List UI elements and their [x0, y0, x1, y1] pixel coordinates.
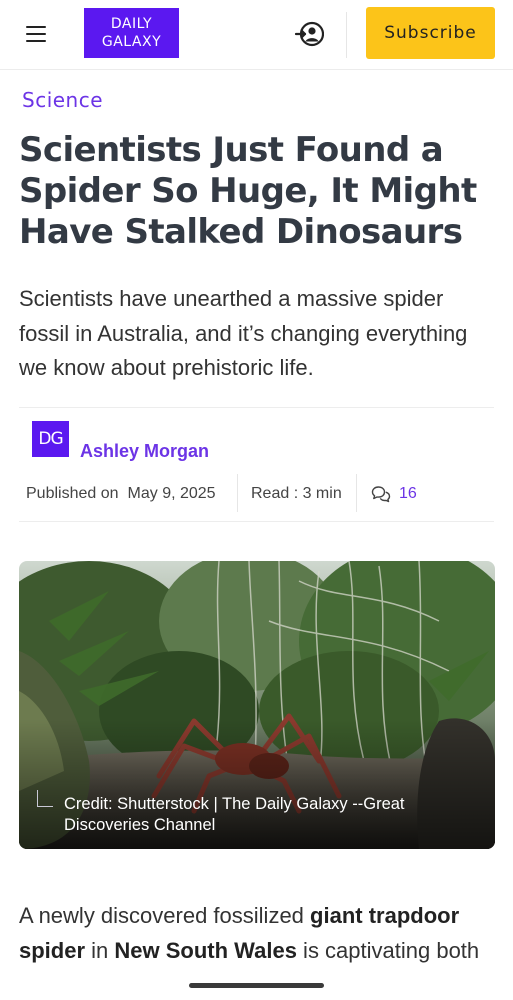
user-login-icon[interactable]: [294, 20, 325, 48]
logo-line-2: GALAXY: [101, 34, 162, 50]
body-bold-segment: New South Wales: [114, 938, 297, 963]
body-text-segment: is captivating both: [296, 938, 480, 963]
divider: [19, 521, 494, 522]
comments-link[interactable]: 16: [371, 485, 417, 503]
read-time: Read : 3 min: [251, 485, 342, 502]
author-avatar[interactable]: DG: [32, 421, 69, 457]
article-paragraph: A newly discovered fossilized giant trap…: [19, 898, 499, 968]
published-label: Published on: [26, 485, 119, 502]
home-indicator[interactable]: [189, 983, 324, 988]
category-label[interactable]: Science: [22, 88, 103, 112]
meta-divider: [356, 474, 357, 512]
meta-divider: [237, 474, 238, 512]
body-text-segment: A newly discovered fossilized: [19, 903, 311, 928]
top-header: DAILY GALAXY Subscribe: [0, 0, 513, 70]
header-divider: [346, 12, 347, 58]
comment-bubbles-icon: [371, 486, 391, 503]
hamburger-menu-icon[interactable]: [22, 22, 50, 46]
logo-line-1: DAILY: [110, 16, 153, 32]
article-meta: Published on May 9, 2025 Read : 3 min 16: [26, 474, 417, 512]
caption-corner-icon: [37, 790, 53, 807]
comments-count: 16: [399, 485, 417, 502]
body-text-segment: in: [85, 938, 115, 963]
published-date: May 9, 2025: [127, 485, 216, 502]
article-dek: Scientists have unearthed a massive spid…: [19, 286, 468, 380]
subscribe-button[interactable]: Subscribe: [366, 7, 495, 59]
image-caption: Credit: Shutterstock | The Daily Galaxy …: [64, 795, 405, 834]
site-logo[interactable]: DAILY GALAXY: [84, 8, 179, 58]
divider: [19, 407, 494, 408]
article-title: Scientists Just Found a Spider So Huge, …: [19, 130, 477, 252]
author-name-link[interactable]: Ashley Morgan: [80, 441, 209, 462]
